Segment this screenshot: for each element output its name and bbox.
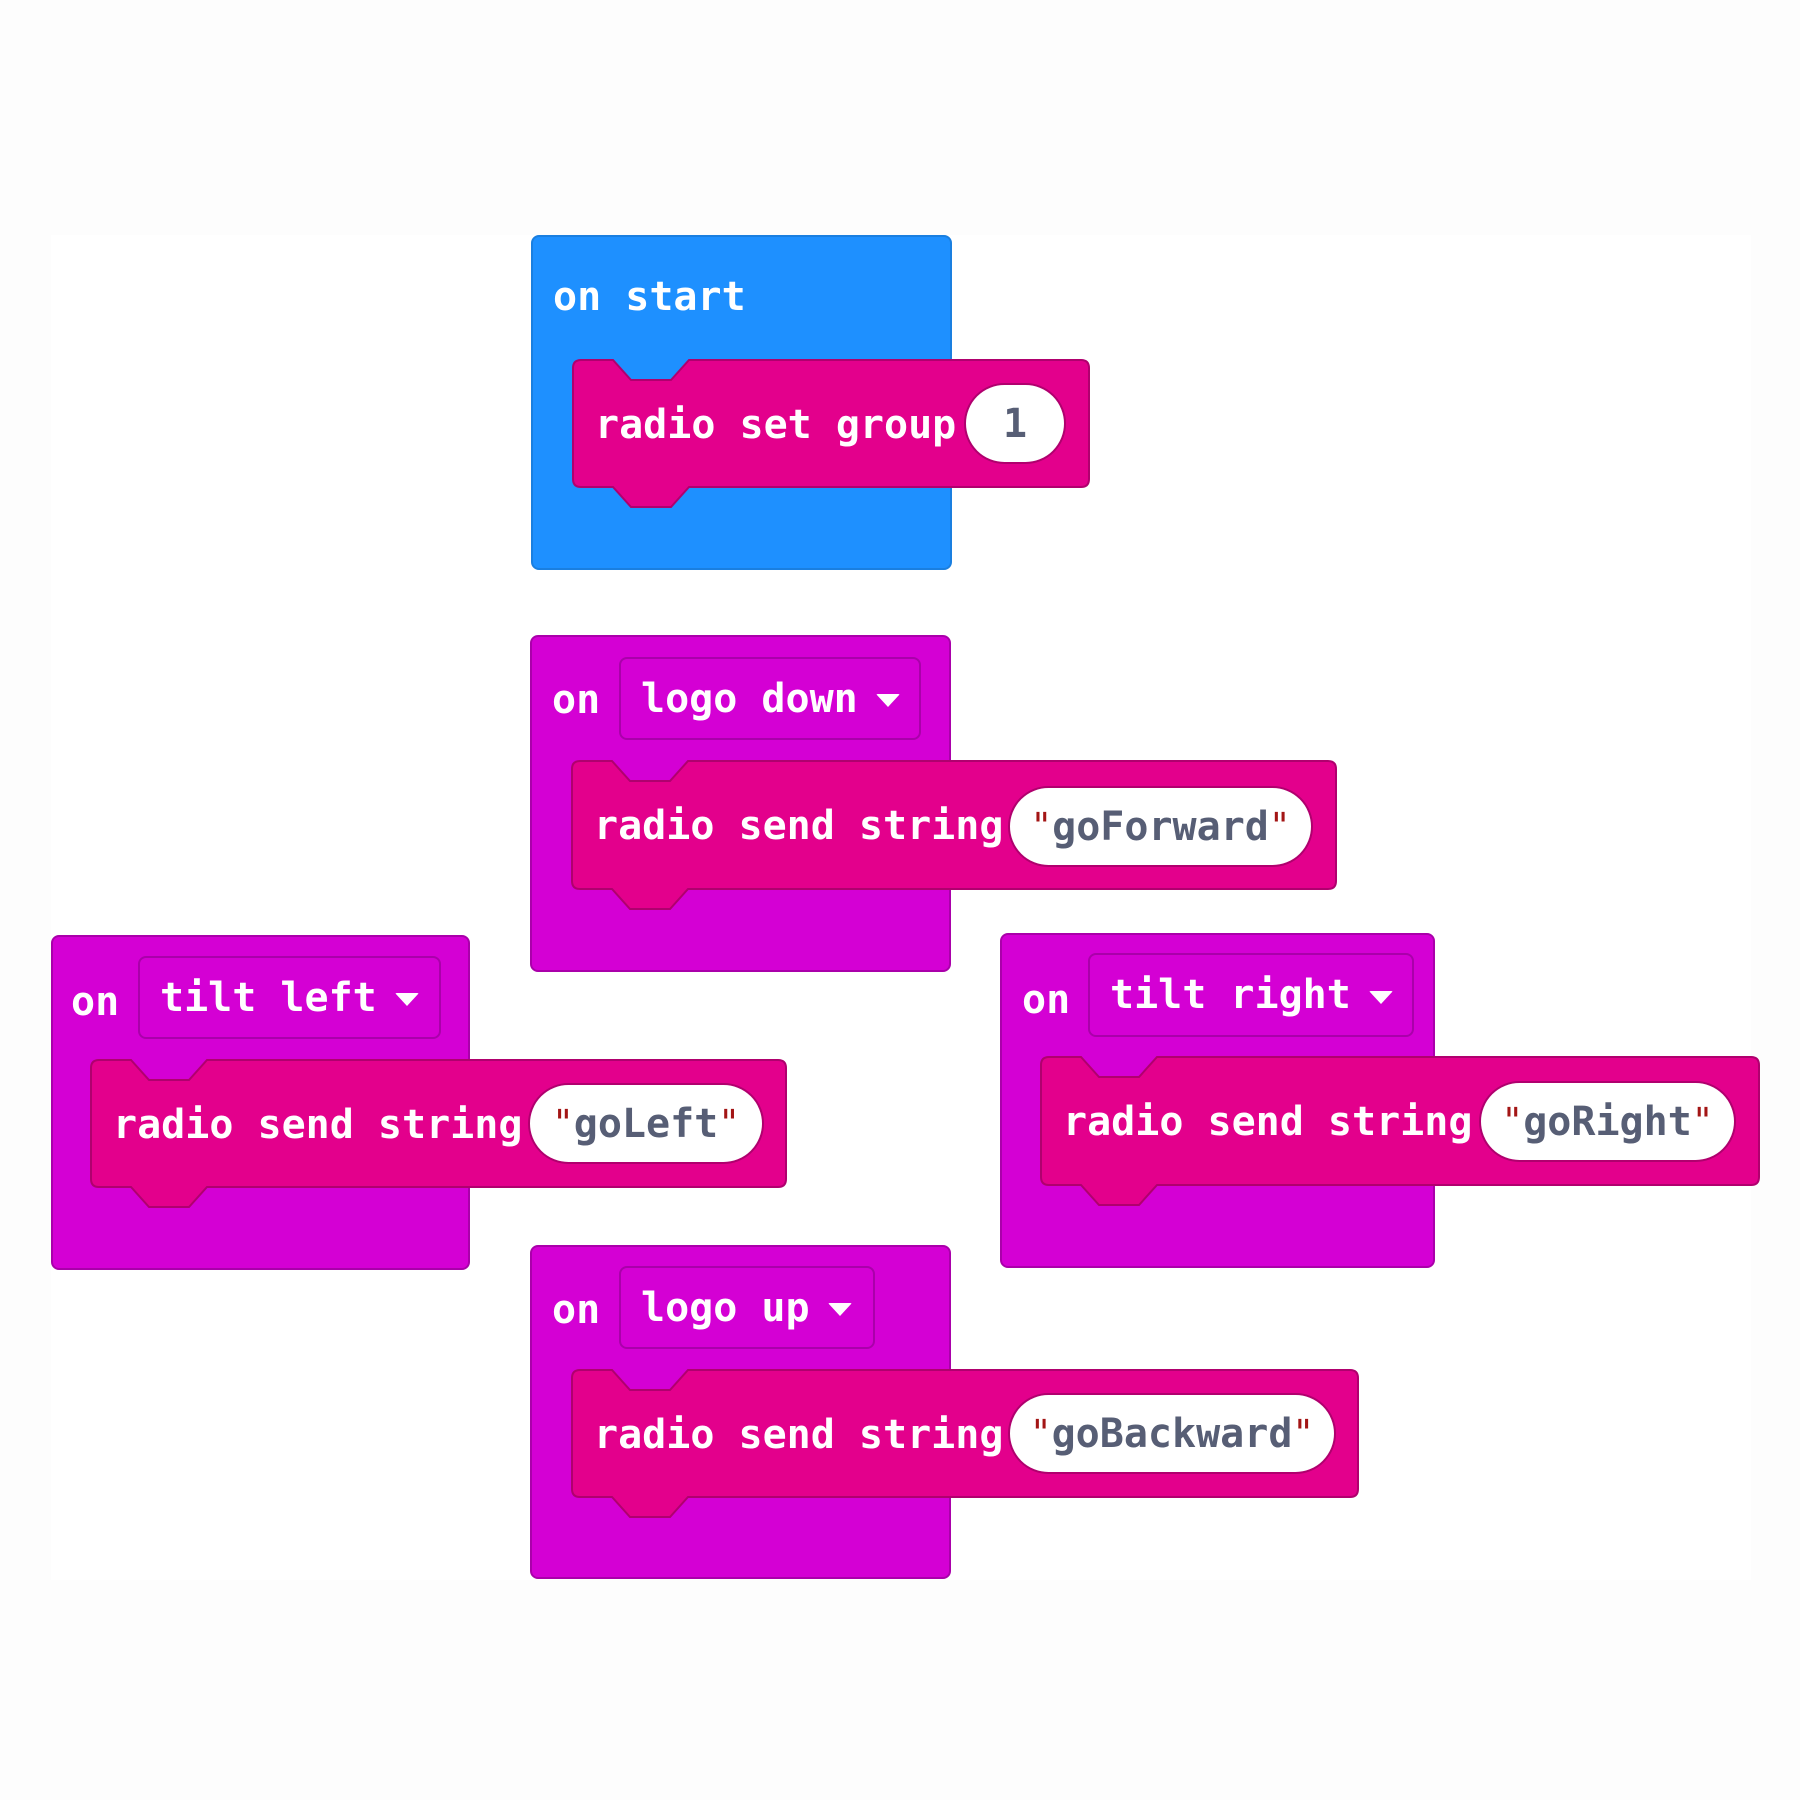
radio-set-group-label: radio set group (595, 402, 957, 448)
group-number-value: 1 (1002, 400, 1028, 447)
radio-send-string-block[interactable]: radio send string " goBackward " (571, 1369, 1359, 1518)
on-label: on (1022, 977, 1071, 1023)
radio-send-string-block[interactable]: radio send string " goRight " (1040, 1056, 1760, 1206)
string-value: goBackward (1051, 1410, 1293, 1457)
dropdown-value: tilt right (1110, 972, 1351, 1018)
gesture-dropdown-tilt-right[interactable]: tilt right (1088, 953, 1414, 1037)
radio-set-group-block[interactable]: radio set group 1 (572, 359, 1090, 508)
dropdown-caret-icon (394, 993, 419, 1006)
close-quote: " (718, 1103, 740, 1144)
group-number-input[interactable]: 1 (964, 383, 1066, 464)
string-input-gobackward[interactable]: " goBackward " (1008, 1393, 1336, 1474)
open-quote: " (1501, 1101, 1524, 1142)
close-quote: " (1268, 806, 1291, 847)
dropdown-value: logo down (641, 675, 858, 722)
string-input-goleft[interactable]: " goLeft " (528, 1083, 764, 1164)
open-quote: " (552, 1103, 574, 1144)
open-quote: " (1029, 1413, 1052, 1454)
dropdown-caret-icon (827, 1303, 852, 1316)
gesture-dropdown-logo-up[interactable]: logo up (619, 1266, 875, 1349)
close-quote: " (1292, 1413, 1315, 1454)
string-value: goForward (1052, 803, 1269, 850)
open-quote: " (1030, 806, 1053, 847)
string-value: goLeft (573, 1100, 719, 1147)
gesture-dropdown-tilt-left[interactable]: tilt left (138, 956, 441, 1039)
on-label: on (552, 677, 601, 723)
string-input-goright[interactable]: " goRight " (1479, 1081, 1736, 1162)
on-label: on (552, 1287, 601, 1333)
radio-send-string-label: radio send string (594, 803, 1004, 849)
on-start-label: on start (553, 274, 746, 320)
string-value: goRight (1523, 1098, 1692, 1145)
radio-send-string-label: radio send string (113, 1102, 523, 1148)
close-quote: " (1691, 1101, 1714, 1142)
dropdown-value: tilt left (160, 974, 377, 1021)
dropdown-value: logo up (641, 1284, 810, 1331)
on-label: on (71, 979, 120, 1025)
radio-send-string-block[interactable]: radio send string " goForward " (571, 760, 1337, 910)
radio-send-string-label: radio send string (594, 1412, 1004, 1458)
gesture-dropdown-logo-down[interactable]: logo down (619, 657, 921, 740)
radio-send-string-block[interactable]: radio send string " goLeft " (90, 1059, 787, 1208)
dropdown-caret-icon (875, 694, 900, 707)
string-input-goforward[interactable]: " goForward " (1008, 786, 1313, 867)
radio-send-string-label: radio send string (1063, 1099, 1473, 1145)
dropdown-caret-icon (1368, 990, 1393, 1004)
